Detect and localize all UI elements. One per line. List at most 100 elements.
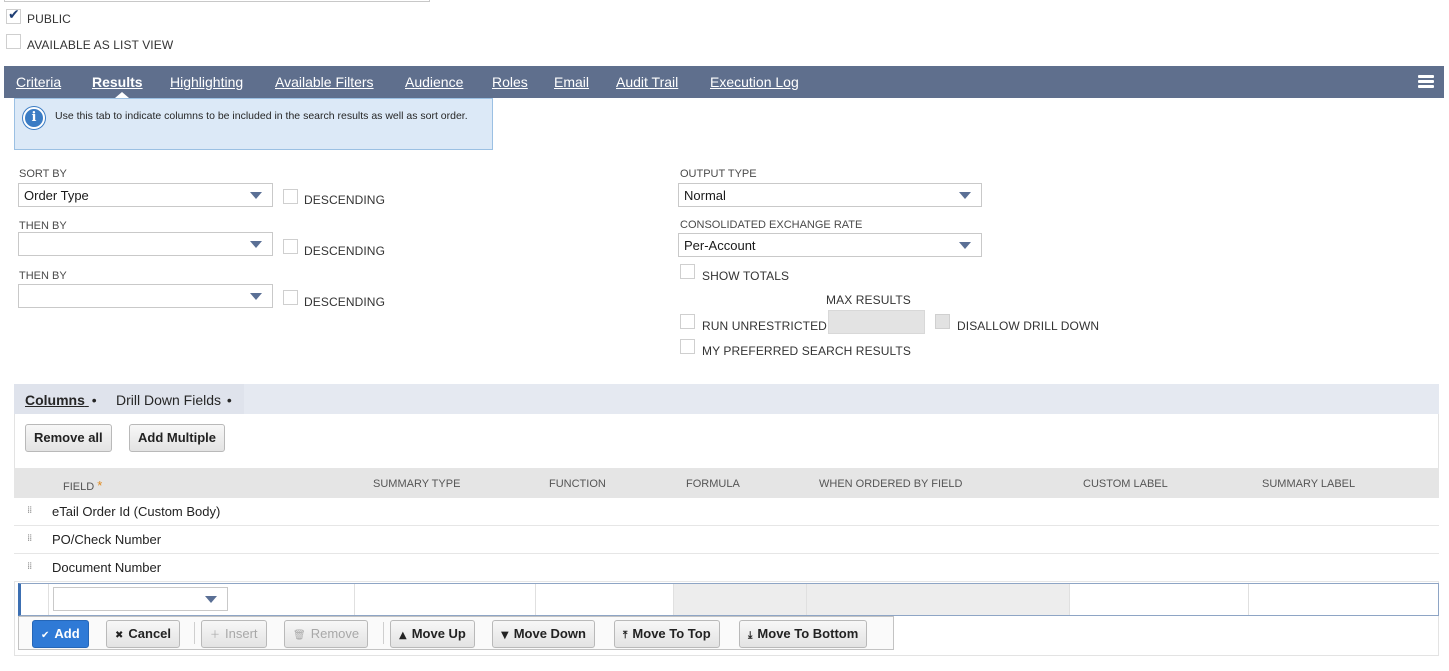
run-unrestricted-checkbox[interactable] (680, 314, 695, 329)
descending-checkbox-2[interactable] (283, 239, 298, 254)
move-top-label: Move To Top (632, 626, 711, 641)
move-to-bottom-button[interactable]: ⤓ Move To Bottom (739, 620, 868, 648)
move-up-label: Move Up (411, 626, 466, 641)
close-icon: ✖ (115, 630, 124, 641)
divider (194, 622, 195, 644)
info-icon: i (23, 107, 45, 129)
insert-button[interactable]: ＋ Insert (201, 620, 267, 648)
add-button[interactable]: ✔ Add (32, 620, 89, 648)
tab-audit-trail[interactable]: Audit Trail (616, 74, 678, 90)
header-when-ordered: WHEN ORDERED BY FIELD (819, 478, 963, 490)
show-totals-checkbox[interactable] (680, 264, 695, 279)
chevron-down-icon (250, 192, 262, 199)
arrow-up-icon: ▲ (399, 630, 407, 641)
edit-when-ordered-cell (807, 584, 1070, 615)
sort-by-value: Order Type (24, 188, 89, 203)
descending-label-1: DESCENDING (304, 193, 386, 207)
then-by-select-2[interactable] (18, 284, 273, 308)
chevron-down-icon (205, 596, 217, 603)
descending-label-2: DESCENDING (304, 244, 386, 258)
descending-label-3: DESCENDING (304, 295, 386, 309)
required-mark: * (97, 478, 103, 493)
header-summary-label: SUMMARY LABEL (1262, 478, 1356, 490)
edit-field-cell (49, 584, 355, 615)
tab-available-filters[interactable]: Available Filters (275, 74, 374, 90)
move-down-button[interactable]: ▼ Move Down (492, 620, 595, 648)
field-select[interactable] (53, 587, 228, 611)
tab-email[interactable]: Email (554, 74, 589, 90)
then-by-label-1: THEN BY (19, 220, 67, 232)
drag-handle-icon[interactable]: ⁞⁞ (27, 561, 32, 572)
preferred-results-checkbox[interactable] (680, 339, 695, 354)
move-top-icon: ⤒ (623, 630, 628, 641)
table-row[interactable]: ⁞⁞ PO/Check Number (14, 526, 1439, 554)
insert-label: Insert (225, 626, 258, 641)
menu-icon[interactable] (1418, 75, 1434, 89)
sort-by-select[interactable]: Order Type (18, 183, 273, 207)
exchange-rate-select[interactable]: Per-Account (678, 233, 982, 257)
remove-button[interactable]: 🗑 Remove (284, 620, 369, 648)
divider (383, 622, 384, 644)
tab-bar: Criteria Results Highlighting Available … (4, 66, 1444, 98)
tab-roles[interactable]: Roles (492, 74, 528, 90)
row-field: Document Number (52, 560, 162, 575)
tab-criteria[interactable]: Criteria (16, 74, 61, 90)
drag-handle-icon[interactable]: ⁞⁞ (27, 505, 32, 516)
move-up-button[interactable]: ▲ Move Up (390, 620, 475, 648)
cancel-label: Cancel (128, 626, 172, 641)
tab-columns[interactable]: Columns • (25, 392, 97, 408)
public-checkbox[interactable] (6, 7, 21, 24)
tab-audience[interactable]: Audience (405, 74, 463, 90)
header-formula: FORMULA (686, 478, 740, 490)
disallow-drill-label: DISALLOW DRILL DOWN (957, 319, 1100, 333)
tab-execution-log[interactable]: Execution Log (710, 74, 799, 90)
add-label: Add (54, 626, 80, 641)
run-unrestricted-label: RUN UNRESTRICTED (702, 319, 827, 333)
descending-checkbox-3[interactable] (283, 290, 298, 305)
cancel-button[interactable]: ✖ Cancel (106, 620, 181, 648)
chevron-down-icon (250, 293, 262, 300)
tab-columns-label: Columns (25, 392, 85, 408)
info-text: Use this tab to indicate columns to be i… (55, 110, 468, 122)
tab-results[interactable]: Results (92, 74, 143, 90)
then-by-select-1[interactable] (18, 232, 273, 256)
row-field: PO/Check Number (52, 532, 162, 547)
name-field-edge[interactable] (4, 0, 430, 2)
row-action-bar: ✔ Add ✖ Cancel ＋ Insert 🗑 Remove ▲ Move Up ▼ M… (18, 616, 894, 650)
trash-icon: 🗑 (293, 630, 306, 641)
header-field: FIELD * (63, 478, 102, 493)
max-results-label: MAX RESULTS (826, 293, 911, 307)
remove-all-button[interactable]: Remove all (25, 424, 112, 452)
drag-handle-icon[interactable]: ⁞⁞ (27, 533, 32, 544)
move-to-top-button[interactable]: ⤒ Move To Top (614, 620, 720, 648)
exchange-rate-value: Per-Account (684, 238, 756, 253)
edit-function-cell[interactable] (536, 584, 674, 615)
move-bottom-label: Move To Bottom (757, 626, 859, 641)
disallow-drill-checkbox[interactable] (935, 314, 950, 329)
add-multiple-button[interactable]: Add Multiple (129, 424, 225, 452)
show-totals-label: SHOW TOTALS (702, 269, 790, 283)
header-custom-label: CUSTOM LABEL (1083, 478, 1168, 490)
list-view-checkbox[interactable] (6, 34, 21, 49)
edit-summary-type-cell[interactable] (355, 584, 536, 615)
edit-summary-label-cell[interactable] (1249, 584, 1439, 615)
tab-drill-down[interactable]: Drill Down Fields • (116, 392, 232, 408)
remove-label: Remove (310, 626, 360, 641)
table-row[interactable]: ⁞⁞ Document Number (14, 554, 1439, 582)
arrow-down-icon: ▼ (501, 630, 509, 641)
tab-highlighting[interactable]: Highlighting (170, 74, 243, 90)
max-results-input[interactable] (828, 310, 925, 334)
output-type-value: Normal (684, 188, 726, 203)
edit-custom-label-cell[interactable] (1070, 584, 1249, 615)
edit-formula-cell (674, 584, 807, 615)
edit-grip-cell (21, 584, 49, 615)
list-view-label: AVAILABLE AS LIST VIEW (27, 38, 174, 52)
output-type-select[interactable]: Normal (678, 183, 982, 207)
descending-checkbox-1[interactable] (283, 189, 298, 204)
chevron-down-icon (959, 192, 971, 199)
sublist-tabs: Columns • Drill Down Fields • (14, 384, 1439, 414)
table-row[interactable]: ⁞⁞ eTail Order Id (Custom Body) (14, 498, 1439, 526)
row-field: eTail Order Id (Custom Body) (52, 504, 221, 519)
public-label: PUBLIC (27, 12, 71, 26)
info-box: i Use this tab to indicate columns to be… (14, 98, 493, 150)
